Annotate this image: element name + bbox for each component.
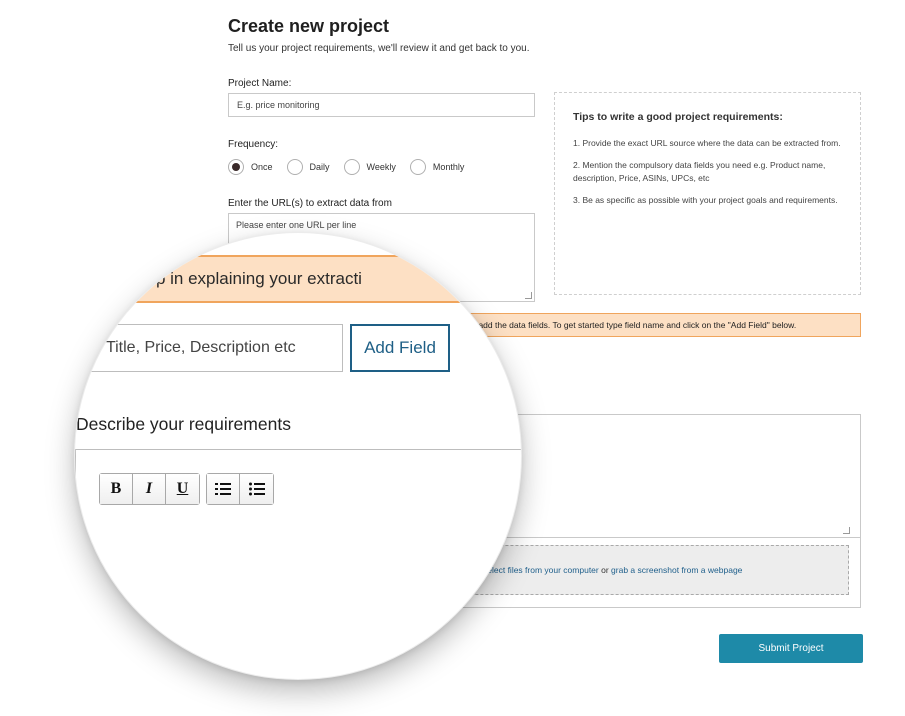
field-name-placeholder: .g. Title, Price, Description etc (84, 339, 296, 356)
frequency-radio-group: Once Daily Weekly Monthly (228, 159, 478, 175)
tips-title: Tips to write a good project requirement… (573, 111, 783, 123)
frequency-option-daily[interactable]: Daily (286, 159, 330, 175)
field-name-input[interactable]: .g. Title, Price, Description etc (75, 324, 343, 372)
upload-or-text: or (601, 565, 609, 575)
frequency-option-monthly[interactable]: Monthly (409, 159, 465, 175)
ordered-list-button[interactable] (207, 474, 240, 504)
frequency-label: Frequency: (228, 139, 279, 150)
frequency-option-weekly[interactable]: Weekly (343, 159, 396, 175)
bullet-list-icon (248, 482, 265, 496)
bullet-list-button[interactable] (240, 474, 273, 504)
radio-label-monthly: Monthly (432, 162, 465, 172)
magnified-banner: e first step in explaining your extracti (75, 255, 521, 303)
radio-weekly[interactable] (343, 159, 360, 175)
ordered-list-icon (215, 483, 231, 495)
radio-daily[interactable] (286, 159, 303, 175)
resize-handle-icon[interactable] (525, 292, 532, 299)
tip-item: 3. Be as specific as possible with your … (573, 195, 838, 205)
urls-label: Enter the URL(s) to extract data from (228, 198, 392, 209)
submit-project-button[interactable]: Submit Project (719, 634, 863, 663)
project-name-label: Project Name: (228, 78, 292, 89)
tip-item: 2. Mention the compulsory data fields yo… (573, 160, 826, 183)
radio-label-daily: Daily (309, 162, 330, 172)
underline-button[interactable]: U (166, 474, 199, 504)
grab-screenshot-link[interactable]: grab a screenshot from a webpage (611, 565, 742, 575)
describe-heading: Describe your requirements (76, 414, 291, 434)
radio-label-once: Once (251, 162, 273, 172)
list-toolbar (206, 473, 274, 505)
project-name-input[interactable]: E.g. price monitoring (228, 93, 535, 117)
magnifier-callout: e first step in explaining your extracti… (75, 233, 521, 679)
radio-label-weekly: Weekly (366, 162, 396, 172)
project-name-placeholder: E.g. price monitoring (237, 100, 320, 110)
bold-button[interactable]: B (100, 474, 133, 504)
radio-selected-dot (232, 163, 240, 171)
add-field-button[interactable]: Add Field (350, 324, 450, 372)
resize-handle-icon[interactable] (843, 527, 850, 534)
page-subtitle: Tell us your project requirements, we'll… (228, 43, 530, 54)
tip-item: 1. Provide the exact URL source where th… (573, 138, 841, 148)
radio-monthly[interactable] (409, 159, 426, 175)
urls-placeholder: Please enter one URL per line (236, 220, 357, 230)
page-title: Create new project (228, 16, 390, 36)
text-format-toolbar: B I U (99, 473, 200, 505)
radio-once[interactable] (228, 159, 244, 175)
magnified-banner-text: e first step in explaining your extracti (87, 269, 362, 288)
italic-button[interactable]: I (133, 474, 166, 504)
tips-panel: Tips to write a good project requirement… (554, 92, 861, 295)
frequency-option-once[interactable]: Once (228, 159, 273, 175)
